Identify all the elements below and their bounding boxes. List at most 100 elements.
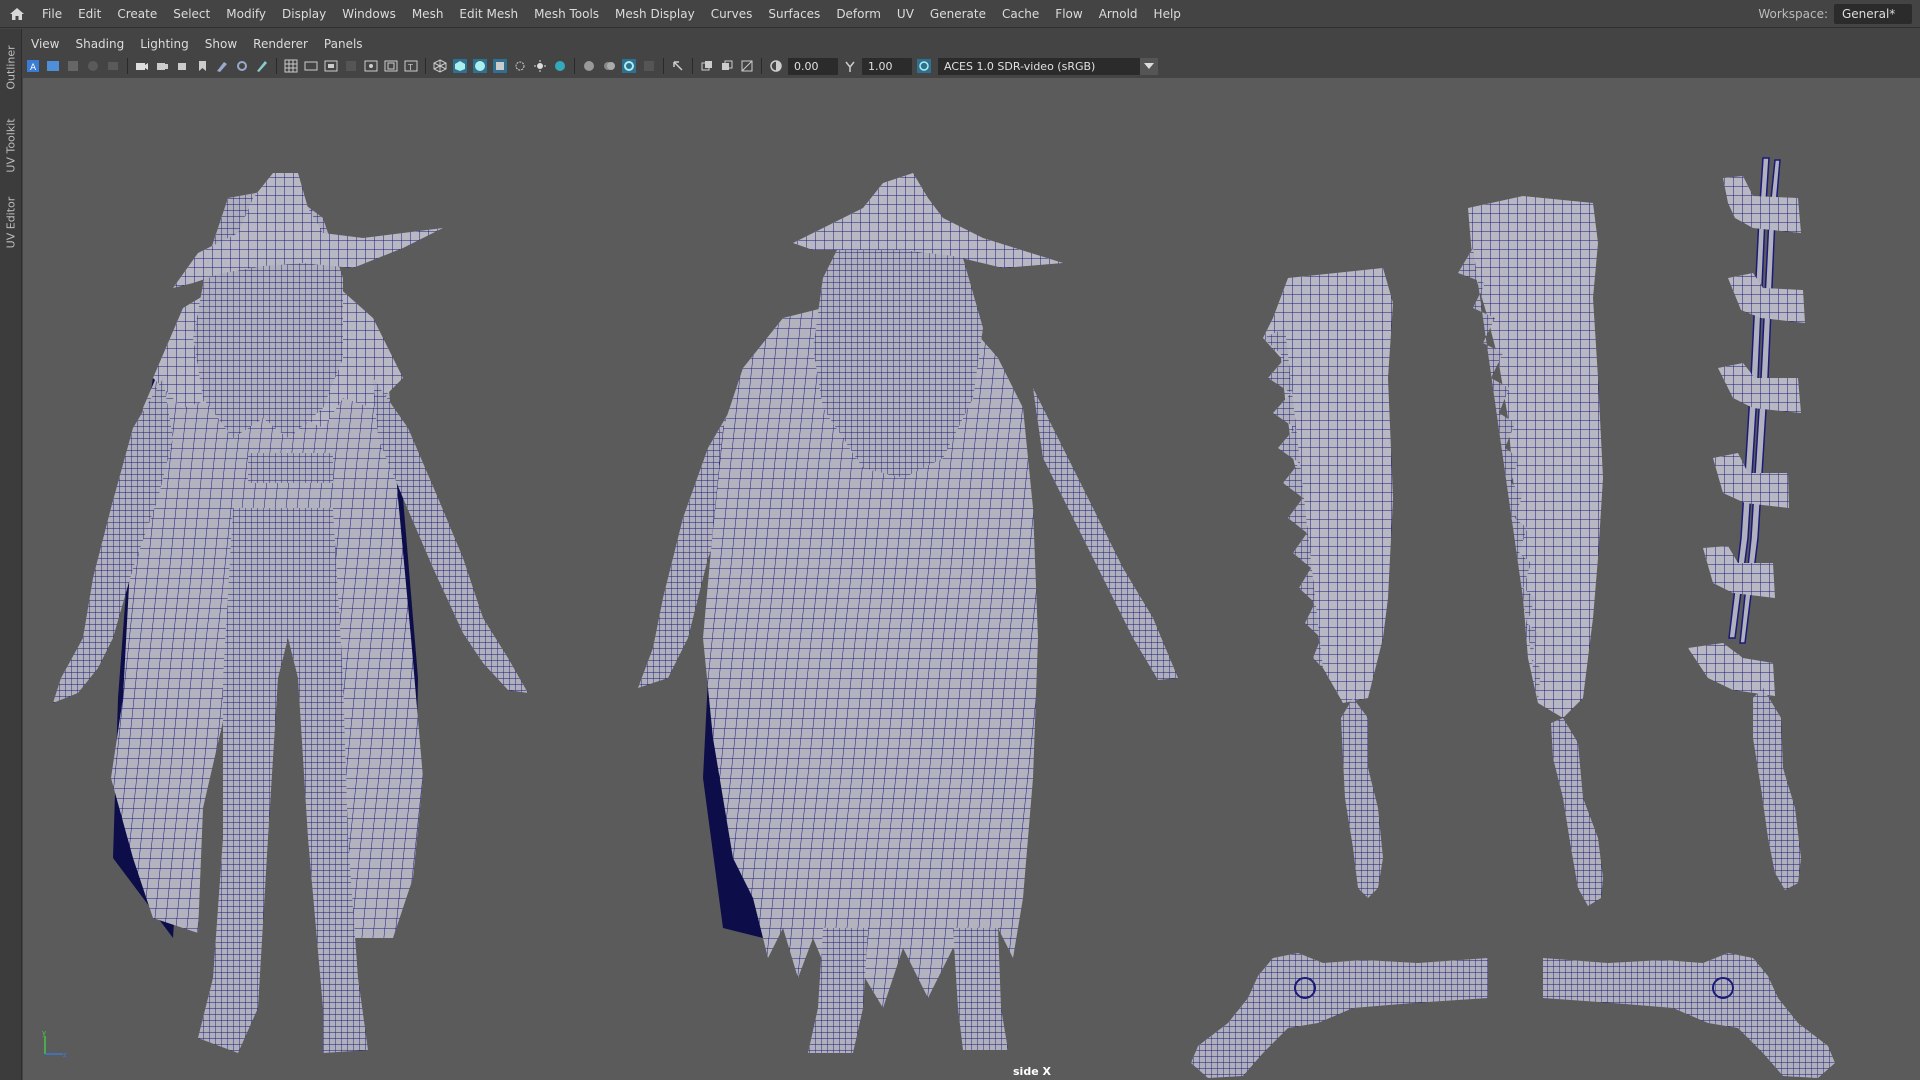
menu-generate[interactable]: Generate [922, 0, 994, 28]
pistol-mesh [1543, 953, 1835, 1078]
camera-label: side X [1013, 1065, 1051, 1078]
bookmark-icon[interactable] [65, 58, 81, 74]
grease-pencil-icon[interactable] [214, 58, 230, 74]
panel-menu-show[interactable]: Show [197, 37, 245, 51]
side-tabs: Outliner UV Toolkit UV Editor [0, 29, 22, 1080]
hunter-character-back[interactable] [638, 173, 1178, 1053]
anti-aliasing-icon[interactable] [601, 58, 617, 74]
grid-icon[interactable] [283, 58, 299, 74]
panel-menu-lighting[interactable]: Lighting [132, 37, 197, 51]
viewport-canvas[interactable] [23, 78, 1920, 1080]
color-space-dropdown[interactable]: ACES 1.0 SDR-video (sRGB) [938, 57, 1158, 75]
color-management-icon[interactable] [916, 58, 932, 74]
menu-edit-mesh[interactable]: Edit Mesh [451, 0, 526, 28]
xray-joints-icon[interactable] [699, 58, 715, 74]
menu-edit[interactable]: Edit [70, 0, 109, 28]
flintlock-pistol-right[interactable] [1543, 953, 1835, 1078]
menu-display[interactable]: Display [274, 0, 334, 28]
color-space-value: ACES 1.0 SDR-video (sRGB) [944, 59, 1096, 73]
isolate-select-icon[interactable] [641, 58, 657, 74]
menu-arnold[interactable]: Arnold [1091, 0, 1146, 28]
saw-segment-mesh [1688, 643, 1775, 696]
viewport-panel[interactable]: y z side X [23, 78, 1920, 1080]
menu-windows[interactable]: Windows [334, 0, 404, 28]
menu-help[interactable]: Help [1146, 0, 1189, 28]
hunter-character-front[interactable] [53, 173, 528, 1053]
two-d-pan-icon[interactable] [105, 58, 121, 74]
pencil-icon[interactable] [254, 58, 270, 74]
menu-mesh-display[interactable]: Mesh Display [607, 0, 703, 28]
tab-uv-toolkit[interactable]: UV Toolkit [2, 109, 20, 181]
toolbar-separator [425, 58, 426, 74]
safe-title-icon[interactable]: T [403, 58, 419, 74]
select-camera-icon[interactable]: A [25, 58, 41, 74]
belt-mesh [248, 453, 333, 483]
panel-menu-panels[interactable]: Panels [316, 37, 371, 51]
tab-outliner[interactable]: Outliner [2, 37, 20, 97]
safe-action-icon[interactable] [383, 58, 399, 74]
pan-zoom-icon[interactable] [234, 58, 250, 74]
wireframe-icon[interactable] [432, 58, 448, 74]
workspace-label: Workspace: [1758, 7, 1828, 21]
exposure-icon[interactable] [768, 58, 784, 74]
xray-icon[interactable] [670, 58, 686, 74]
toolbar-separator [276, 58, 277, 74]
wireframe-on-shaded-icon[interactable] [472, 58, 488, 74]
tab-uv-editor-label: UV Editor [4, 196, 18, 248]
resolution-gate-icon[interactable] [323, 58, 339, 74]
menu-surfaces[interactable]: Surfaces [760, 0, 828, 28]
ambient-occlusion-icon[interactable] [552, 58, 568, 74]
xray-active-icon[interactable] [719, 58, 735, 74]
tab-outliner-label: Outliner [4, 44, 18, 90]
saw-cleaver-extended[interactable] [1688, 157, 1805, 890]
camera-lock-icon[interactable] [154, 58, 170, 74]
tab-uv-toolkit-label: UV Toolkit [4, 117, 18, 173]
panel-menu-renderer[interactable]: Renderer [245, 37, 316, 51]
flintlock-pistol-left[interactable] [1191, 953, 1488, 1078]
menu-flow[interactable]: Flow [1047, 0, 1090, 28]
use-all-lights-icon[interactable] [512, 58, 528, 74]
menu-deform[interactable]: Deform [828, 0, 889, 28]
pistol-mesh [1191, 953, 1488, 1078]
svg-text:y: y [42, 1029, 46, 1037]
gate-mask-icon[interactable] [343, 58, 359, 74]
home-icon[interactable] [0, 0, 34, 28]
menu-mesh[interactable]: Mesh [404, 0, 452, 28]
panel-toolbar: A T 0.00 1.00 ACES 1.0 SDR-video (sRGB) [23, 55, 1920, 77]
camera-icon[interactable] [134, 58, 150, 74]
workspace-selector: Workspace: General* [1758, 4, 1912, 24]
image-plane-icon[interactable] [85, 58, 101, 74]
workspace-dropdown[interactable]: General* [1834, 4, 1912, 24]
textured-icon[interactable] [492, 58, 508, 74]
menu-file[interactable]: File [34, 0, 70, 28]
smooth-shade-icon[interactable] [452, 58, 468, 74]
exposure-field[interactable]: 0.00 [788, 57, 838, 75]
saw-cleaver-folded[interactable] [1263, 268, 1393, 898]
menu-curves[interactable]: Curves [703, 0, 761, 28]
tab-uv-editor[interactable]: UV Editor [2, 189, 20, 255]
panel-menu-view[interactable]: View [23, 37, 67, 51]
toolbar-separator [761, 58, 762, 74]
camera-attributes-icon[interactable] [45, 58, 61, 74]
menu-create[interactable]: Create [109, 0, 165, 28]
saw-cleaver-side[interactable] [1458, 196, 1603, 906]
motion-blur-icon[interactable] [581, 58, 597, 74]
film-gate-icon[interactable] [303, 58, 319, 74]
handle-mesh [1551, 718, 1603, 906]
gamma-icon[interactable] [842, 58, 858, 74]
toolbar-separator [574, 58, 575, 74]
gamma-field[interactable]: 1.00 [862, 57, 912, 75]
panel-menu-shading[interactable]: Shading [67, 37, 132, 51]
menu-modify[interactable]: Modify [218, 0, 274, 28]
shadows-icon[interactable] [532, 58, 548, 74]
camera-undo-icon[interactable] [174, 58, 190, 74]
field-chart-icon[interactable] [363, 58, 379, 74]
backface-culling-icon[interactable] [739, 58, 755, 74]
depth-of-field-icon[interactable] [621, 58, 637, 74]
menu-select[interactable]: Select [165, 0, 218, 28]
menu-cache[interactable]: Cache [994, 0, 1047, 28]
menu-uv[interactable]: UV [889, 0, 922, 28]
right-arm-mesh [1033, 388, 1178, 680]
menu-mesh-tools[interactable]: Mesh Tools [526, 0, 607, 28]
bookmark-flag-icon[interactable] [194, 58, 210, 74]
